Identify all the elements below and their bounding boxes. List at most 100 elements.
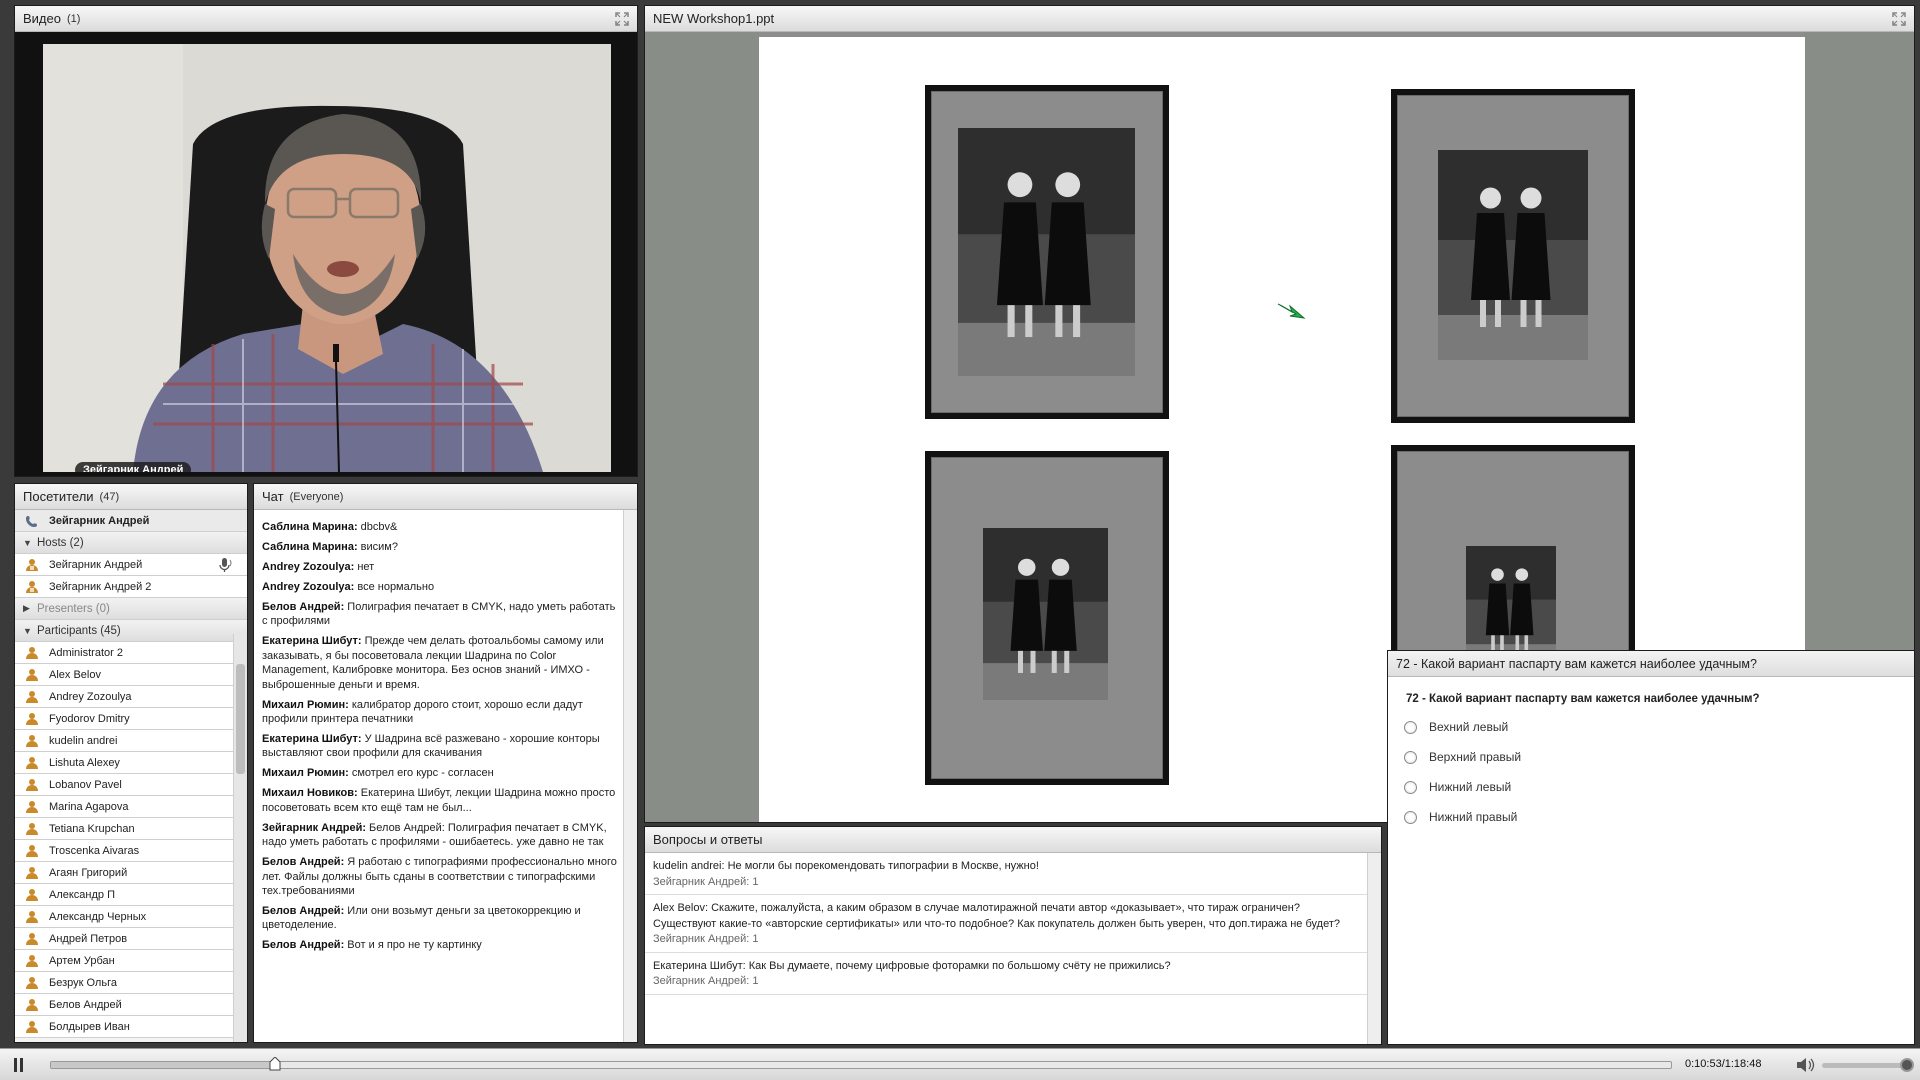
user-icon [26, 778, 38, 791]
pause-button[interactable] [12, 1058, 26, 1072]
webcam-video: Зейгарник Андрей [43, 44, 611, 472]
passe-partout-top-left [925, 85, 1169, 419]
participant-name: Болдырев Иван [49, 1020, 130, 1033]
participant-row[interactable]: Troscenka Aivaras [15, 840, 247, 862]
playback-bar: 0:10:53/1:18:48 [0, 1048, 1920, 1080]
chat-message: Andrey Zozoulya: нет [262, 560, 621, 574]
chat-author: Зейгарник Андрей: [262, 821, 366, 834]
chat-scrollbar[interactable] [623, 510, 637, 1042]
microphone-active-icon [219, 558, 232, 572]
user-icon [26, 844, 38, 857]
chat-scope: (Everyone) [289, 490, 344, 503]
qa-item[interactable]: Alex Belov: Скажите, пожалуйста, а каким… [645, 895, 1367, 953]
chat-author: Andrey Zozoulya: [262, 561, 355, 573]
qa-answered-by: Зейгарник Андрей: 1 [653, 875, 759, 888]
participant-name: Andrey Zozoulya [49, 690, 132, 703]
volume-icon[interactable] [1795, 1057, 1815, 1073]
poll-option-label: Вехний левый [1429, 720, 1509, 734]
radio-button[interactable] [1404, 750, 1417, 764]
chat-author: Саблина Марина: [262, 521, 358, 533]
chat-title: Чат [262, 489, 284, 504]
chat-message: Белов Андрей: Вот и я про не ту картинку [262, 938, 621, 952]
seek-track[interactable] [50, 1057, 1672, 1071]
presenters-label: Presenters (0) [37, 602, 110, 615]
volume-knob[interactable] [1900, 1058, 1914, 1072]
participant-row[interactable]: Агаян Григорий [15, 862, 247, 884]
chat-text: все нормально [354, 581, 435, 593]
chat-author: Михаил Рюмин: [262, 767, 349, 780]
participant-name: Lishuta Alexey [49, 756, 120, 769]
qa-list: kudelin andrei: Не могли бы порекомендов… [645, 853, 1381, 995]
poll-question: 72 - Какой вариант паспарту вам кажется … [1406, 693, 1760, 705]
radio-button[interactable] [1404, 780, 1417, 794]
participant-row[interactable]: Marina Agapova [15, 796, 247, 818]
participant-row[interactable]: Tetiana Krupchan [15, 818, 247, 840]
scroll-thumb[interactable] [236, 664, 245, 774]
participant-name: Alex Belov [49, 668, 101, 681]
participants-label: Participants (45) [37, 624, 121, 637]
qa-item[interactable]: Екатерина Шибут: Как Вы думаете, почему … [645, 953, 1367, 995]
participant-row[interactable]: kudelin andrei [15, 730, 247, 752]
participant-row[interactable]: Александр Черных [15, 906, 247, 928]
hosts-section[interactable]: ▼ Hosts (2) [15, 532, 247, 554]
seek-thumb-icon[interactable] [269, 1057, 281, 1071]
chat-author: Екатерина Шибут: [262, 635, 362, 648]
collapse-triangle-icon[interactable]: ▼ [23, 626, 37, 636]
participant-row[interactable]: Alex Belov [15, 664, 247, 686]
attendees-header: Посетители (47) [15, 484, 247, 510]
qa-scrollbar[interactable] [1367, 853, 1381, 1044]
share-header: NEW Workshop1.ppt [645, 6, 1914, 32]
attendees-scrollbar[interactable] [233, 634, 247, 1042]
participant-row[interactable]: Andrey Zozoulya [15, 686, 247, 708]
qa-title: Вопросы и ответы [653, 832, 763, 847]
expand-triangle-icon[interactable]: ▶ [23, 603, 37, 614]
video-pod-title: Видео [23, 11, 61, 26]
poll-pod: 72 - Какой вариант паспарту вам кажется … [1387, 650, 1915, 1045]
poll-option[interactable]: Нижний правый [1404, 809, 1914, 825]
chat-text: нет [354, 561, 375, 573]
presenters-section[interactable]: ▶ Presenters (0) [15, 598, 247, 620]
active-speaker-row[interactable]: Зейгарник Андрей [15, 510, 247, 532]
radio-button[interactable] [1404, 720, 1417, 734]
poll-option[interactable]: Нижний левый [1404, 779, 1914, 795]
passe-partout-bottom-left [925, 451, 1169, 785]
participants-section[interactable]: ▼ Participants (45) [15, 620, 247, 642]
user-icon [26, 932, 38, 945]
chat-author: Белов Андрей: [262, 905, 345, 918]
radio-button[interactable] [1404, 810, 1417, 824]
poll-option[interactable]: Вехний левый [1404, 719, 1914, 735]
participant-row[interactable]: Артем Урбан [15, 950, 247, 972]
participant-row[interactable]: Болдырев Иван [15, 1016, 247, 1038]
fullscreen-icon[interactable] [1892, 12, 1906, 26]
chat-author: Белов Андрей: [262, 939, 345, 952]
share-title: NEW Workshop1.ppt [653, 11, 775, 26]
qa-item[interactable]: kudelin andrei: Не могли бы порекомендов… [645, 853, 1367, 895]
participant-row[interactable]: Андрей Петров [15, 928, 247, 950]
participant-row[interactable]: Безрук Ольга [15, 972, 247, 994]
chat-author: Белов Андрей: [262, 856, 345, 869]
host-row[interactable]: Зейгарник Андрей 2 [15, 576, 247, 598]
fullscreen-icon[interactable] [615, 12, 629, 26]
chat-message: Екатерина Шибут: У Шадрина всё разжевано… [262, 732, 621, 761]
participant-row[interactable]: Александр П [15, 884, 247, 906]
poll-header-title: 72 - Какой вариант паспарту вам кажется … [1396, 656, 1757, 671]
chat-author: Саблина Марина: [262, 541, 358, 553]
chat-message: Белов Андрей: Или они возьмут деньги за … [262, 904, 621, 933]
participant-row[interactable]: Lobanov Pavel [15, 774, 247, 796]
participant-row[interactable]: Fyodorov Dmitry [15, 708, 247, 730]
participant-row[interactable]: Белов Андрей [15, 994, 247, 1016]
participant-row[interactable]: Administrator 2 [15, 642, 247, 664]
participant-name: Александр П [49, 888, 115, 901]
twins-figures [983, 528, 1108, 700]
user-icon [26, 668, 38, 681]
host-name: Зейгарник Андрей 2 [49, 580, 152, 593]
chat-text: смотрел его курс - согласен [348, 767, 494, 780]
host-row[interactable]: Зейгарник Андрей [15, 554, 247, 576]
host-name: Зейгарник Андрей [49, 558, 143, 571]
collapse-triangle-icon[interactable]: ▼ [23, 538, 37, 548]
user-icon [26, 910, 38, 923]
participant-row[interactable]: Lishuta Alexey [15, 752, 247, 774]
volume-slider[interactable] [1822, 1058, 1914, 1072]
poll-option[interactable]: Верхний правый [1404, 749, 1914, 765]
chat-message: Михаил Рюмин: калибратор дорого стоит, х… [262, 698, 621, 727]
